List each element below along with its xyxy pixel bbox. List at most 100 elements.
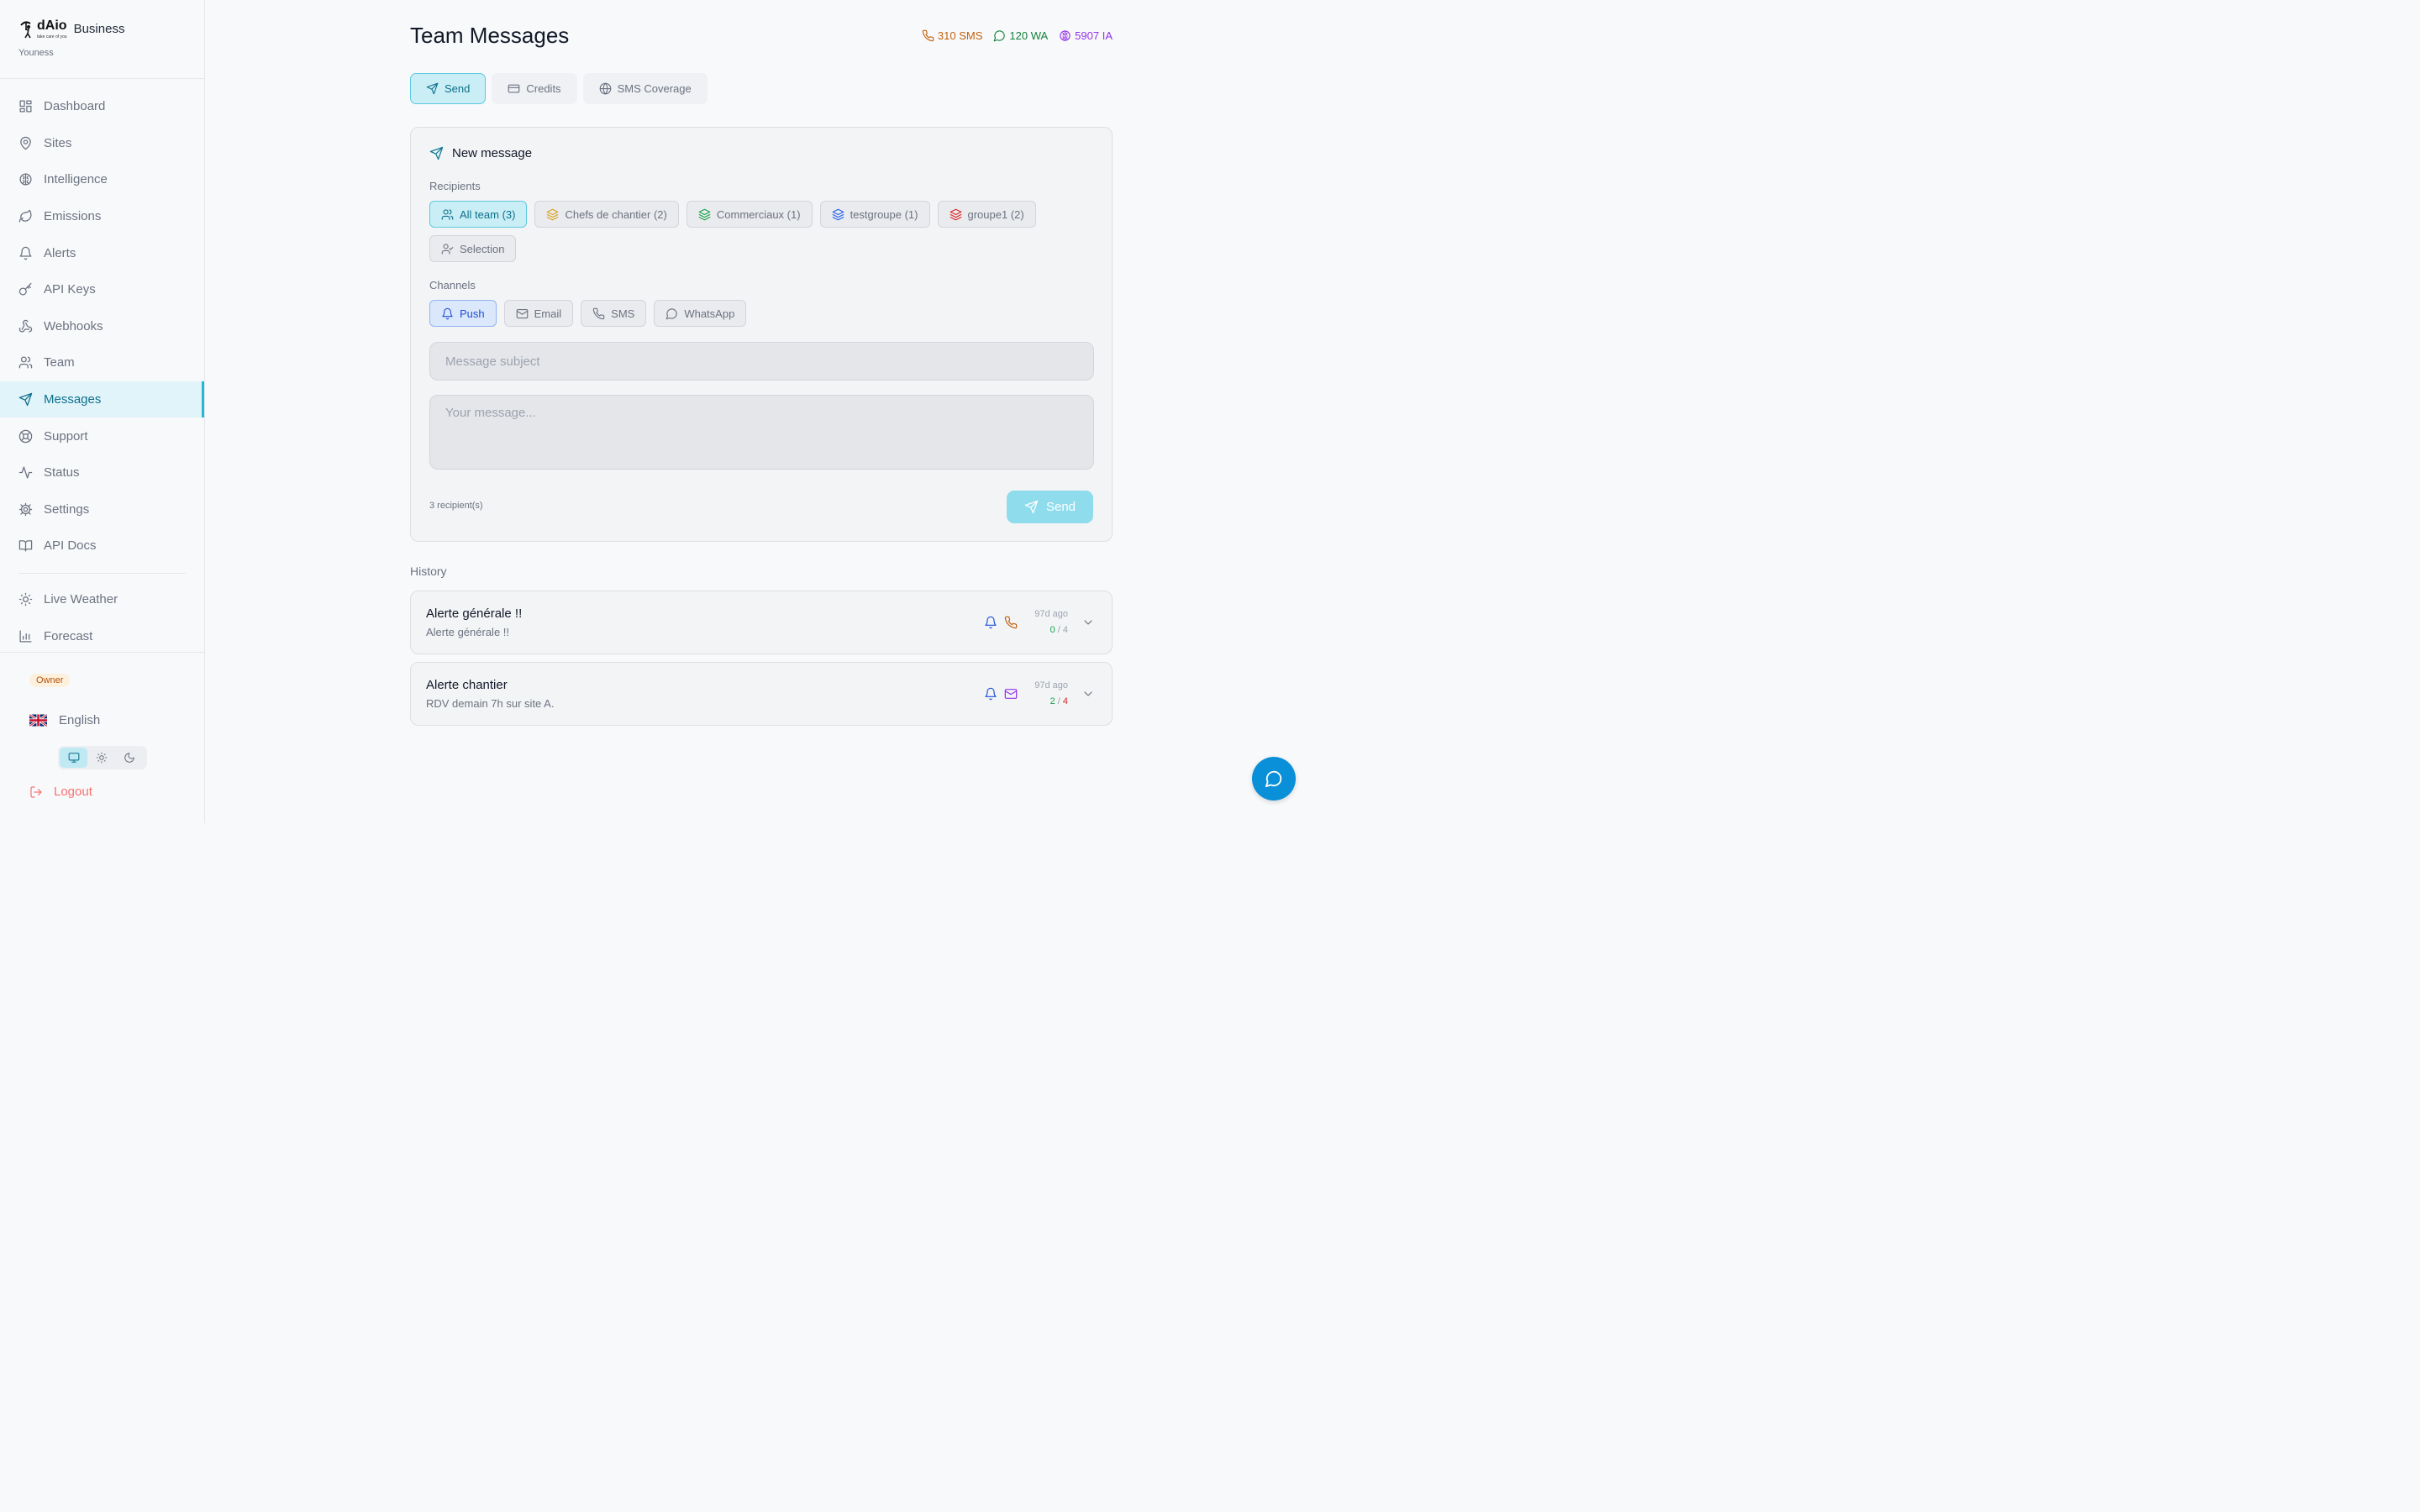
life-buoy-icon: [18, 429, 33, 443]
chat-support-button[interactable]: [1252, 757, 1296, 801]
history-item[interactable]: Alerte chantier RDV demain 7h sur site A…: [410, 662, 1113, 726]
logout-button[interactable]: Logout: [29, 785, 92, 799]
sidebar-item-label: Forecast: [44, 628, 93, 643]
sidebar-item-label: Settings: [44, 501, 90, 517]
sidebar-item-label: Live Weather: [44, 592, 118, 607]
recipient-chip-label: testgroupe (1): [850, 207, 918, 221]
chevron-down-icon: [1084, 691, 1092, 696]
count-separator: /: [1057, 625, 1060, 635]
message-subject-input[interactable]: [429, 342, 1094, 381]
channel-chip-push[interactable]: Push: [429, 300, 497, 327]
recipient-chips: All team (3) Chefs de chantier (2) Comme…: [429, 201, 1093, 270]
sun-icon: [96, 752, 107, 764]
bell-icon: [442, 307, 453, 319]
sidebar-item-label: Messages: [44, 392, 102, 407]
sidebar-item-settings[interactable]: Settings: [0, 491, 204, 528]
message-body-input[interactable]: [429, 395, 1094, 470]
theme-light-button[interactable]: [87, 748, 115, 768]
mail-icon: [516, 308, 528, 318]
history-item-time: 97d ago: [1034, 609, 1068, 619]
sidebar-item-messages[interactable]: Messages: [0, 381, 204, 418]
users-icon: [18, 356, 33, 369]
logout-label: Logout: [54, 785, 92, 799]
dashboard-icon: [19, 100, 32, 113]
recipients-label: Recipients: [429, 180, 481, 192]
tab-send[interactable]: Send: [410, 73, 487, 104]
sidebar-item-label: Alerts: [44, 245, 76, 260]
channel-chip-email[interactable]: Email: [503, 300, 574, 327]
sidebar-item-dashboard[interactable]: Dashboard: [0, 88, 204, 125]
sidebar-item-forecast[interactable]: Forecast: [0, 617, 204, 654]
moon-icon: [124, 753, 134, 763]
sidebar-item-team[interactable]: Team: [0, 344, 204, 381]
theme-dark-button[interactable]: [115, 748, 143, 768]
map-pin-icon: [20, 136, 31, 150]
brand[interactable]: dAio take care of you Business: [18, 18, 124, 39]
recipient-chip-commerciaux[interactable]: Commerciaux (1): [686, 201, 813, 228]
layers-icon: [950, 208, 961, 220]
brain-icon: [19, 173, 32, 186]
sidebar-item-label: Webhooks: [44, 318, 103, 333]
users-icon: [441, 208, 454, 220]
activity-icon: [18, 466, 33, 479]
channel-chip-whatsapp[interactable]: WhatsApp: [654, 300, 747, 327]
delivered-count: 0: [1050, 625, 1055, 635]
expand-toggle[interactable]: [1081, 687, 1095, 701]
sidebar-item-status[interactable]: Status: [0, 454, 204, 491]
recipient-chip-label: Commerciaux (1): [716, 207, 801, 221]
total-count: 4: [1062, 625, 1068, 635]
history-item[interactable]: Alerte générale !! Alerte générale !! 97…: [410, 591, 1113, 654]
send-icon: [18, 392, 33, 407]
sidebar-item-api-keys[interactable]: API Keys: [0, 271, 204, 308]
history-item-time: 97d ago: [1034, 680, 1068, 690]
sidebar-item-sites[interactable]: Sites: [0, 125, 204, 162]
sidebar-item-label: API Docs: [44, 538, 97, 554]
recipient-chip-chefs-de-chantier[interactable]: Chefs de chantier (2): [534, 201, 679, 228]
sidebar-item-live-weather[interactable]: Live Weather: [0, 581, 204, 618]
chat-bubble-icon: [994, 30, 1006, 42]
layers-icon: [698, 208, 711, 220]
recipient-chip-groupe1[interactable]: groupe1 (2): [937, 201, 1036, 228]
sidebar-item-label: Sites: [44, 135, 72, 150]
new-message-card: New message Recipients All team (3) Chef…: [410, 127, 1113, 542]
sidebar-item-alerts[interactable]: Alerts: [0, 234, 204, 271]
brand-logo-text: dAio: [37, 18, 67, 33]
tab-credits[interactable]: Credits: [492, 73, 577, 104]
user-check-icon: [441, 243, 454, 255]
sidebar: dAio take care of you Business Youness D…: [0, 0, 205, 823]
sidebar-item-intelligence[interactable]: Intelligence: [0, 161, 204, 198]
total-count: 4: [1062, 696, 1068, 706]
tab-sms-coverage[interactable]: SMS Coverage: [582, 73, 708, 104]
new-message-header: New message: [429, 146, 532, 160]
sidebar-item-emissions[interactable]: Emissions: [0, 198, 204, 235]
send-icon: [1024, 500, 1039, 514]
channel-chip-label: Push: [460, 307, 485, 320]
sms-credit: 310 SMS: [922, 29, 982, 42]
sidebar-item-label: Dashboard: [44, 99, 106, 114]
sidebar-item-webhooks[interactable]: Webhooks: [0, 308, 204, 345]
history-item-delivery: 0 / 4: [1050, 625, 1068, 635]
language-label: English: [59, 713, 101, 727]
mail-icon: [1004, 689, 1018, 699]
language-selector[interactable]: English: [29, 713, 100, 727]
leaf-icon: [18, 209, 32, 223]
sidebar-item-api-docs[interactable]: API Docs: [0, 528, 204, 564]
channel-chip-label: Email: [534, 307, 562, 320]
channel-chip-label: SMS: [611, 307, 635, 320]
channel-chips: Push Email SMS WhatsApp: [429, 300, 1093, 334]
channel-chip-sms[interactable]: SMS: [581, 300, 647, 327]
whatsapp-credit: 120 WA: [993, 29, 1048, 42]
recipient-chip-testgroupe[interactable]: testgroupe (1): [819, 201, 930, 228]
credit-balances: 310 SMS 120 WA 5907 IA: [911, 29, 1113, 42]
globe-icon: [599, 82, 611, 95]
sidebar-footer-divider: [0, 652, 204, 653]
recipient-chip-selection[interactable]: Selection: [429, 235, 517, 262]
recipient-chip-all-team[interactable]: All team (3): [429, 201, 528, 228]
sidebar-item-label: Emissions: [44, 209, 102, 224]
theme-system-button[interactable]: [60, 748, 87, 768]
current-user-name: Youness: [18, 48, 54, 58]
send-message-button[interactable]: Send: [1007, 491, 1093, 523]
expand-toggle[interactable]: [1081, 616, 1095, 629]
sidebar-item-support[interactable]: Support: [0, 417, 204, 454]
phone-icon: [592, 307, 605, 319]
